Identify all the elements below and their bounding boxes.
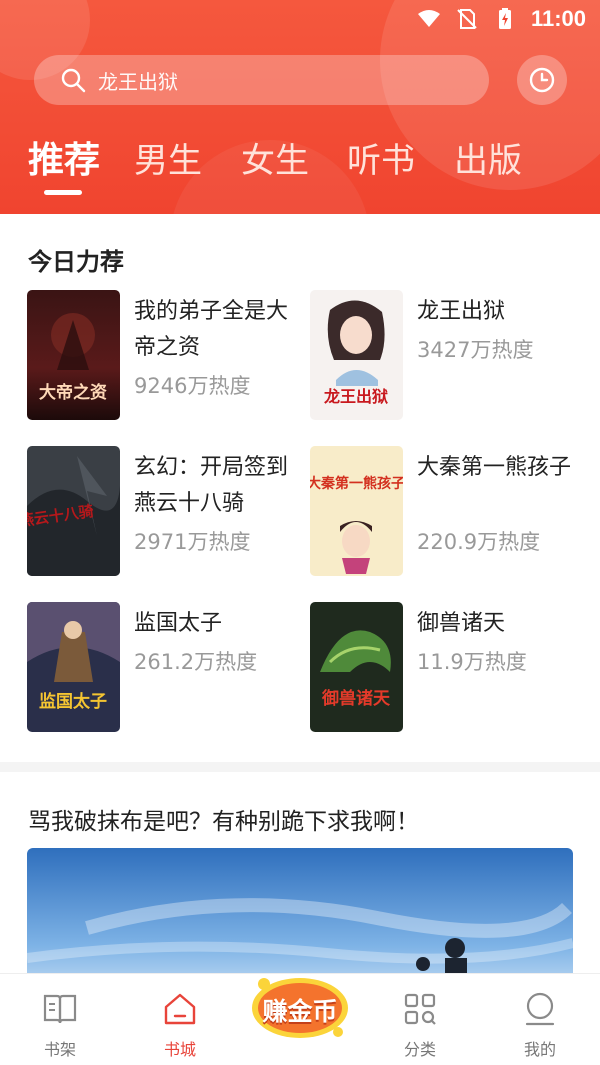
header: 11:00 龙王出狱 推荐 男生 女生 听书 出版 bbox=[0, 0, 600, 214]
cover-title: 龙王出狱 bbox=[323, 387, 388, 406]
book-cover: 监国太子 bbox=[27, 602, 120, 732]
nav-label: 分类 bbox=[403, 1040, 436, 1059]
nav-store[interactable]: 书城 bbox=[140, 990, 220, 1060]
tab-active-indicator bbox=[44, 190, 82, 195]
book-heat: 3427万热度 bbox=[417, 338, 534, 362]
bookshelf-icon bbox=[43, 994, 77, 1024]
store-icon bbox=[164, 993, 196, 1025]
article-image[interactable] bbox=[27, 848, 573, 988]
bottom-nav: 书架 书城 赚金币 分类 我的 bbox=[0, 973, 600, 1065]
nav-category[interactable]: 分类 bbox=[380, 990, 460, 1060]
clock-icon bbox=[529, 67, 555, 93]
book-heat: 220.9万热度 bbox=[417, 530, 541, 554]
book-cover: 大秦第一熊孩子 bbox=[310, 446, 403, 576]
nav-label: 书架 bbox=[43, 1040, 76, 1059]
section-title: 今日力荐 bbox=[28, 248, 124, 276]
tab-publishing[interactable]: 出版 bbox=[454, 138, 522, 184]
no-sim-icon bbox=[457, 9, 477, 29]
status-bar: 11:00 bbox=[0, 0, 600, 42]
book-cover: 大帝之资 bbox=[27, 290, 120, 420]
wifi-icon bbox=[417, 10, 440, 27]
status-time: 11:00 bbox=[530, 6, 586, 31]
cover-title: 大秦第一熊孩子 bbox=[310, 475, 403, 492]
book-item[interactable]: 大秦第一熊孩子 大秦第一熊孩子 220.9万热度 bbox=[310, 446, 580, 578]
cover-title: 监国太子 bbox=[39, 691, 107, 712]
book-title: 玄幻：开局签到燕云十八骑 bbox=[134, 455, 289, 516]
nav-profile[interactable]: 我的 bbox=[500, 990, 580, 1060]
search-input[interactable]: 龙王出狱 bbox=[34, 55, 489, 105]
book-title: 我的弟子全是大帝之资 bbox=[134, 299, 289, 360]
history-button[interactable] bbox=[517, 55, 567, 105]
battery-charging-icon bbox=[498, 8, 511, 29]
book-item[interactable]: 监国太子 监国太子 261.2万热度 bbox=[27, 602, 297, 734]
book-title: 御兽诸天 bbox=[417, 611, 506, 636]
book-heat: 2971万热度 bbox=[134, 530, 251, 554]
nav-label: 我的 bbox=[523, 1040, 556, 1059]
cover-title: 大帝之资 bbox=[39, 382, 107, 403]
nav-label: 书城 bbox=[163, 1040, 196, 1059]
tab-female[interactable]: 女生 bbox=[241, 138, 309, 184]
book-title: 大秦第一熊孩子 bbox=[417, 455, 572, 480]
tab-audiobook[interactable]: 听书 bbox=[347, 138, 415, 184]
article-title[interactable]: 骂我破抹布是吧？有种别跪下求我啊！ bbox=[28, 802, 419, 836]
cover-title: 御兽诸天 bbox=[321, 688, 391, 709]
search-icon bbox=[61, 68, 86, 93]
book-item[interactable]: 大帝之资 我的弟子全是大帝之资 9246万热度 bbox=[27, 290, 297, 422]
book-cover: 御兽诸天 bbox=[310, 602, 403, 732]
book-heat: 9246万热度 bbox=[134, 374, 251, 398]
book-heat: 11.9万热度 bbox=[417, 650, 527, 674]
category-icon bbox=[404, 993, 436, 1025]
section-divider bbox=[0, 762, 600, 772]
search-placeholder: 龙王出狱 bbox=[98, 69, 178, 94]
earn-coin-button[interactable]: 赚金币 bbox=[248, 968, 352, 1042]
book-item[interactable]: 燕云十八骑 玄幻：开局签到燕云十八骑 2971万热度 bbox=[27, 446, 297, 578]
book-title: 龙王出狱 bbox=[417, 299, 506, 324]
book-title: 监国太子 bbox=[134, 611, 223, 636]
earn-coin-label: 赚金币 bbox=[262, 997, 338, 1026]
nav-bookshelf[interactable]: 书架 bbox=[20, 990, 100, 1060]
book-item[interactable]: 御兽诸天 御兽诸天 11.9万热度 bbox=[310, 602, 580, 734]
category-tabs: 推荐 男生 女生 听书 出版 bbox=[0, 138, 600, 198]
tab-male[interactable]: 男生 bbox=[134, 138, 202, 184]
main-content: 今日力荐 大帝之资 我的弟子全是大帝之资 9246万热度 龙王出狱 龙王出狱 3… bbox=[0, 214, 600, 988]
book-item[interactable]: 龙王出狱 龙王出狱 3427万热度 bbox=[310, 290, 580, 422]
book-heat: 261.2万热度 bbox=[134, 650, 258, 674]
book-cover: 龙王出狱 bbox=[310, 290, 403, 420]
profile-icon bbox=[525, 992, 555, 1026]
book-cover: 燕云十八骑 bbox=[27, 446, 120, 576]
tab-recommend[interactable]: 推荐 bbox=[28, 138, 100, 184]
